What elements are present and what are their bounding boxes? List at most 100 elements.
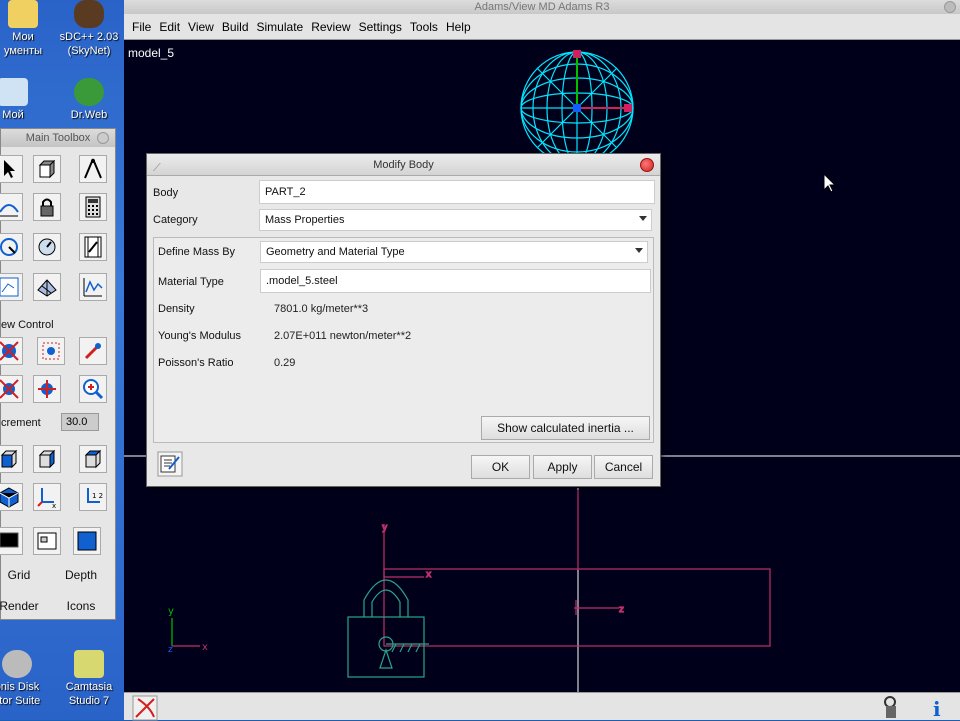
view-top-button[interactable] xyxy=(79,445,107,473)
stop-icon[interactable] xyxy=(132,695,158,721)
dynamic-zoom-button[interactable] xyxy=(79,337,107,365)
desktop-icon-my-computer[interactable]: Мой xyxy=(0,78,48,122)
modify-body-dialog: ⟋ Modify Body Body PART_2 Category Mass … xyxy=(146,153,661,487)
camtasia-icon xyxy=(74,650,104,678)
define-mass-select[interactable]: Geometry and Material Type xyxy=(260,241,648,263)
view-right-button[interactable] xyxy=(33,445,61,473)
motion-tool-button[interactable] xyxy=(0,233,23,261)
graph-tool-button[interactable] xyxy=(79,273,107,301)
close-icon[interactable] xyxy=(640,158,654,172)
svg-text:x: x xyxy=(52,502,56,510)
svg-text:y: y xyxy=(382,523,388,533)
toolbox-title-bar[interactable]: Main Toolbox xyxy=(1,129,115,147)
desktop-icon-disk-suite[interactable]: onis Disk ctor Suite xyxy=(0,650,52,708)
desktop-icon-sdc[interactable]: sDC++ 2.03 (SkyNet) xyxy=(54,0,124,58)
edit-notes-icon[interactable] xyxy=(157,451,183,477)
cube-top-icon xyxy=(84,449,102,469)
tools-icon[interactable] xyxy=(880,694,906,720)
zoom-fit-button[interactable] xyxy=(0,337,23,365)
dialog-title-bar[interactable]: ⟋ Modify Body xyxy=(147,154,660,176)
chevron-down-icon xyxy=(639,216,647,221)
dialog-title: Modify Body xyxy=(373,159,434,171)
axes-button[interactable]: x xyxy=(33,483,61,511)
drweb-icon xyxy=(74,78,104,106)
postprocess-tool-button[interactable] xyxy=(33,273,61,301)
pin-icon[interactable]: ⟋ xyxy=(153,157,161,179)
plot-tool-button[interactable] xyxy=(0,273,23,301)
desktop-icon-drweb[interactable]: Dr.Web xyxy=(54,78,124,122)
icons-button[interactable]: Icons xyxy=(61,594,101,618)
menu-view[interactable]: View xyxy=(188,20,214,34)
render-button[interactable]: Render xyxy=(0,594,39,618)
app-title-bar[interactable]: Adams/View MD Adams R3 xyxy=(124,0,960,14)
animation-tool-button[interactable] xyxy=(33,233,61,261)
mouse-cursor xyxy=(823,172,837,193)
apply-button[interactable]: Apply xyxy=(533,455,592,479)
menu-edit[interactable]: Edit xyxy=(159,20,180,34)
desktop-icon-label: Dr.Web xyxy=(70,109,108,121)
menu-build[interactable]: Build xyxy=(222,20,249,34)
desktop-icon-camtasia[interactable]: Camtasia Studio 7 xyxy=(54,650,124,708)
youngs-modulus-label: Young's Modulus xyxy=(158,330,242,342)
svg-text:x: x xyxy=(202,642,208,653)
material-type-field[interactable]: .model_5.steel xyxy=(260,269,651,293)
menu-review[interactable]: Review xyxy=(311,20,350,34)
global-axes-triad: y x z xyxy=(168,606,208,655)
cube-iso-icon xyxy=(0,487,19,508)
window-button[interactable] xyxy=(73,527,101,555)
arc-tool-button[interactable] xyxy=(0,193,23,221)
rotate-button[interactable] xyxy=(0,375,23,403)
desktop-icon-my-documents[interactable]: Мои ументы xyxy=(0,0,58,58)
mesh-icon xyxy=(37,279,57,297)
category-select[interactable]: Mass Properties xyxy=(259,209,652,231)
cancel-button[interactable]: Cancel xyxy=(594,455,653,479)
view-iso-button[interactable] xyxy=(0,483,23,511)
compass-icon xyxy=(84,158,102,179)
menu-file[interactable]: File xyxy=(132,20,151,34)
define-mass-label: Define Mass By xyxy=(158,246,236,258)
translate-icon xyxy=(38,380,56,398)
layout-button[interactable] xyxy=(33,527,61,555)
desktop-icon-label: sDC++ 2.03 (SkyNet) xyxy=(59,31,119,57)
coords-button[interactable]: 1 2 xyxy=(79,483,107,511)
desktop-icon-label: Camtasia Studio 7 xyxy=(65,681,113,707)
menu-help[interactable]: Help xyxy=(446,20,471,34)
box-tool-button[interactable] xyxy=(33,155,61,183)
poissons-ratio-label: Poisson's Ratio xyxy=(158,357,234,369)
lock-icon xyxy=(40,198,54,217)
translate-button[interactable] xyxy=(33,375,61,403)
calculator-tool-button[interactable] xyxy=(79,193,107,221)
zoom-button[interactable] xyxy=(79,375,107,403)
menu-tools[interactable]: Tools xyxy=(410,20,438,34)
increment-field[interactable]: 30.0 xyxy=(61,413,99,431)
info-icon[interactable]: i xyxy=(924,694,950,720)
category-value: Mass Properties xyxy=(265,214,345,226)
magnifier-icon xyxy=(83,379,104,400)
ground-lock-symbol xyxy=(347,579,429,678)
measure-tool-button[interactable] xyxy=(79,155,107,183)
zoom-box-icon xyxy=(42,342,60,360)
body-field[interactable]: PART_2 xyxy=(259,180,655,204)
depth-button[interactable]: Depth xyxy=(61,563,101,587)
menu-simulate[interactable]: Simulate xyxy=(257,20,304,34)
arrow-cursor-icon xyxy=(4,160,15,178)
close-icon[interactable] xyxy=(97,132,109,144)
film-tool-button[interactable] xyxy=(79,233,107,261)
svg-text:z: z xyxy=(619,605,624,615)
view-front-button[interactable] xyxy=(0,445,23,473)
youngs-modulus-value: 2.07E+011 newton/meter**2 xyxy=(274,330,412,342)
lock-tool-button[interactable] xyxy=(33,193,61,221)
density-value: 7801.0 kg/meter**3 xyxy=(274,303,369,315)
close-icon[interactable] xyxy=(944,1,956,13)
sdc-icon xyxy=(74,0,104,28)
link-part: y x z xyxy=(381,490,771,647)
material-type-label: Material Type xyxy=(158,276,224,288)
background-button[interactable] xyxy=(0,527,23,555)
select-tool-button[interactable] xyxy=(0,155,23,183)
zoom-box-button[interactable] xyxy=(37,337,65,365)
cube-icon xyxy=(38,159,56,179)
menu-settings[interactable]: Settings xyxy=(359,20,402,34)
show-calculated-inertia-button[interactable]: Show calculated inertia ... xyxy=(481,416,650,440)
ok-button[interactable]: OK xyxy=(471,455,530,479)
grid-button[interactable]: Grid xyxy=(0,563,39,587)
